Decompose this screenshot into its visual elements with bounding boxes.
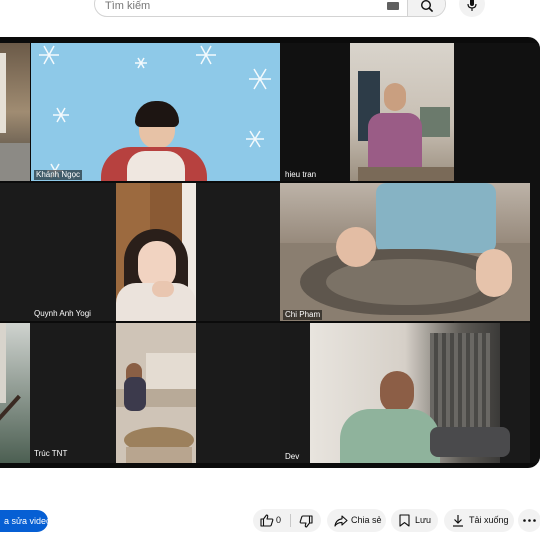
video-tile[interactable]: Chi Pham [280,183,530,321]
participant-avatar [384,83,406,111]
video-tile-empty [30,323,116,463]
video-tile[interactable] [116,183,196,321]
participant-name: hieu tran [285,170,317,179]
video-tile-partial [0,43,30,181]
voice-search-button[interactable] [459,0,485,17]
search-input[interactable]: Tìm kiếm [105,0,150,12]
more-icon [523,519,536,522]
video-tile[interactable] [116,323,196,463]
like-count: 0 [276,515,282,525]
share-icon [334,515,348,527]
keyboard-icon[interactable] [387,2,399,10]
video-tile-empty [0,183,116,321]
search-button[interactable] [407,0,445,16]
video-tile-empty [196,323,280,463]
search-box[interactable]: Tìm kiếm [94,0,446,17]
download-icon [453,515,463,527]
participant-name: Khánh Ngọc [34,170,83,180]
video-tile[interactable]: Dev [280,323,530,463]
share-button[interactable]: Chia sẻ [327,509,386,532]
bookmark-icon [399,514,410,527]
thumbs-up-icon [260,514,274,527]
like-button[interactable]: 0 [253,509,291,532]
participant-name: Dev [285,452,300,461]
more-actions-button[interactable] [518,509,540,532]
save-label: Lưu [415,515,432,525]
video-tile-empty [196,183,280,321]
participant-name: Trúc TNT [34,449,68,458]
share-label: Chia sẻ [351,515,382,525]
dislike-button[interactable] [291,509,321,532]
save-button[interactable]: Lưu [391,509,438,532]
like-dislike-group: 0 [253,509,321,532]
video-tile[interactable]: hieu tran [280,43,454,181]
participant-name: Chi Pham [283,310,323,320]
download-label: Tải xuống [469,515,509,525]
video-tile[interactable]: Khánh Ngọc [31,43,281,181]
video-player[interactable]: Khánh Ngọc hieu tran Quynh Anh Yogi Chi … [0,37,540,468]
thumbs-down-icon [299,515,313,528]
search-icon [421,0,434,13]
mic-icon [467,0,477,11]
download-button[interactable]: Tải xuống [444,509,514,532]
edit-video-button[interactable]: a sửa video [0,510,48,532]
video-tile-partial [0,323,30,463]
participant-avatar [380,371,414,413]
